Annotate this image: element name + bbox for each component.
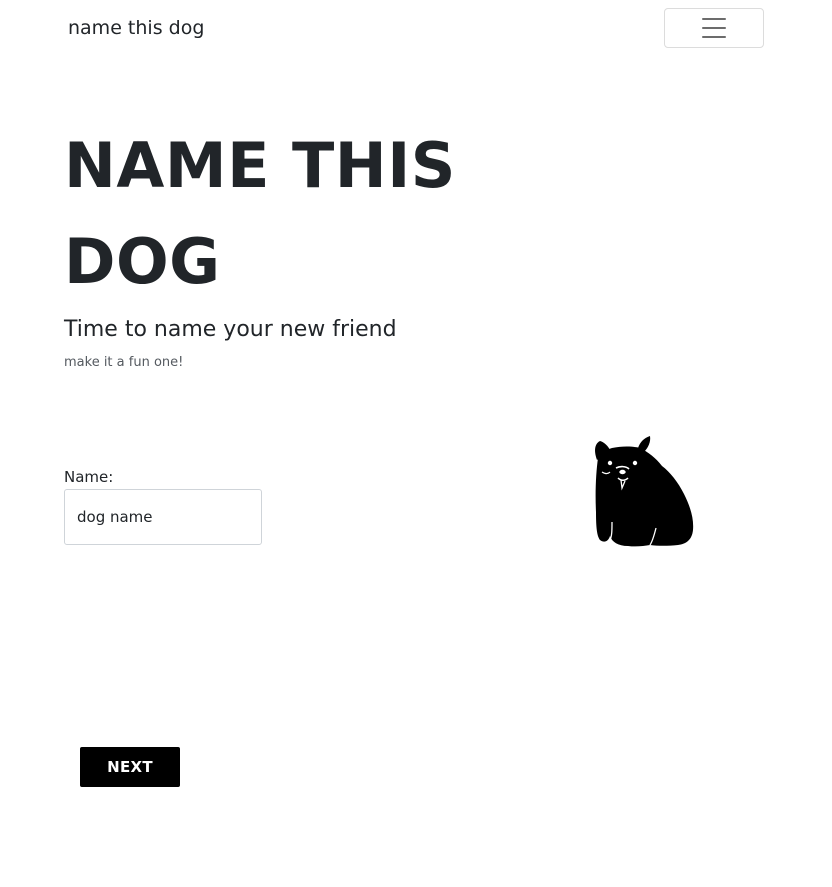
hamburger-menu-icon: [702, 18, 726, 38]
next-button[interactable]: NEXT: [80, 747, 180, 787]
dog-illustration: [595, 436, 694, 547]
navbar-brand[interactable]: name this dog: [68, 15, 204, 41]
page-subtitle: Time to name your new friend: [64, 317, 397, 342]
name-label: Name:: [64, 468, 114, 486]
page-title: NAME THIS DOG: [64, 129, 456, 298]
dog-name-input[interactable]: [64, 489, 262, 545]
page: name this dog NAME THIS DOG Time to name…: [0, 0, 832, 887]
navbar-toggle-button[interactable]: [664, 8, 764, 48]
helper-text: make it a fun one!: [64, 355, 184, 370]
